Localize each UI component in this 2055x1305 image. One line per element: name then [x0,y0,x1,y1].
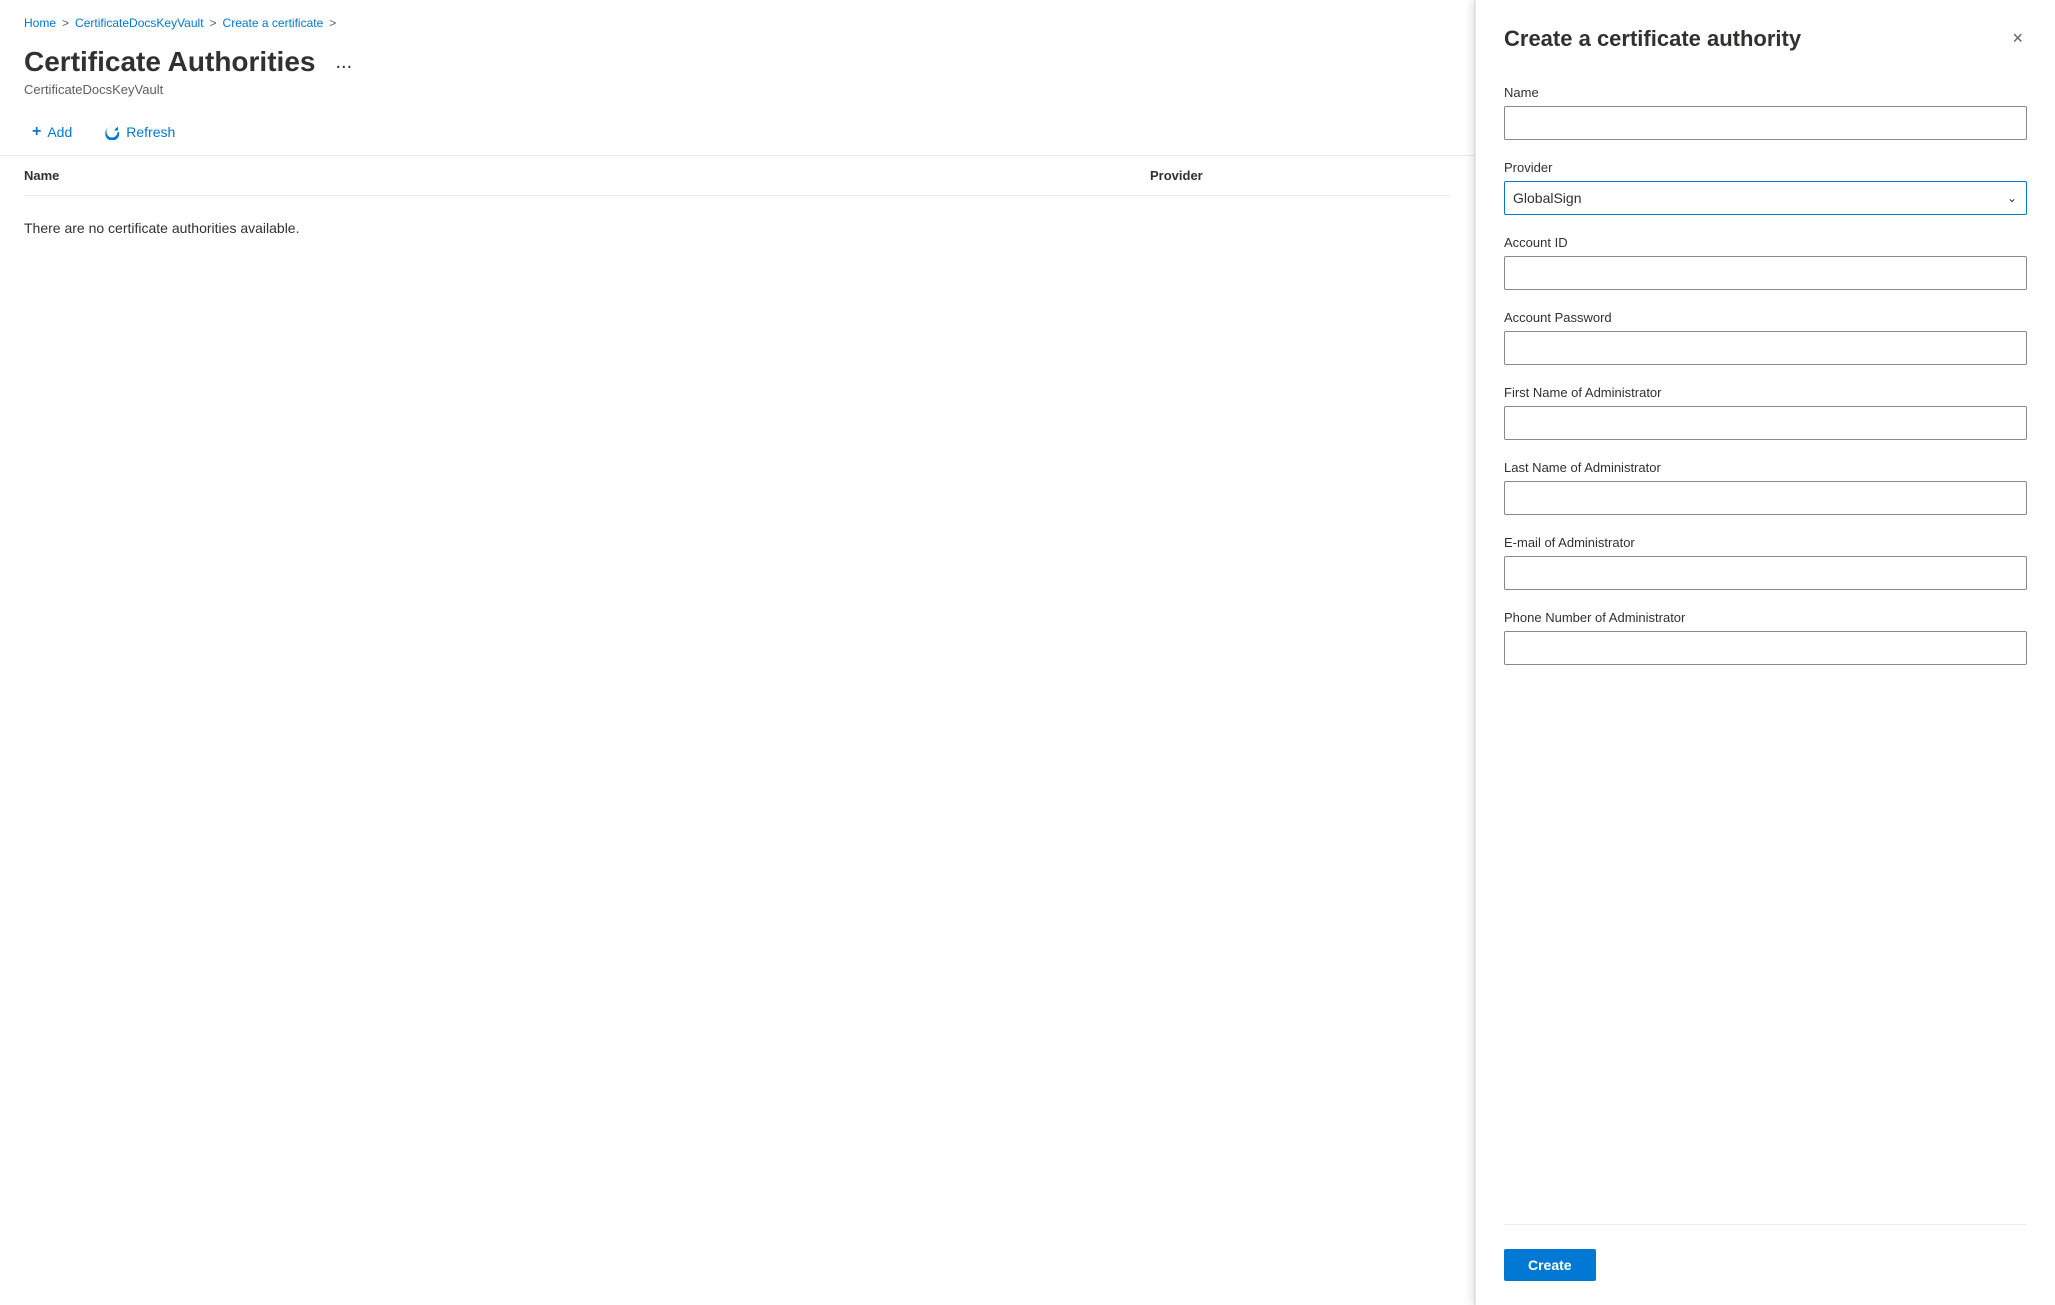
phone-input[interactable] [1504,631,2027,665]
breadcrumb-sep-1: > [62,16,69,30]
phone-label: Phone Number of Administrator [1504,610,2027,625]
breadcrumb-home[interactable]: Home [24,16,56,30]
email-field-group: E-mail of Administrator [1504,535,2027,590]
col-name: Name [24,168,1150,183]
account-id-field-group: Account ID [1504,235,2027,290]
toolbar: Add Refresh [24,117,1450,155]
email-label: E-mail of Administrator [1504,535,2027,550]
refresh-button[interactable]: Refresh [96,118,183,146]
add-button[interactable]: Add [24,117,80,147]
left-panel: Home > CertificateDocsKeyVault > Create … [0,0,1475,1305]
phone-field-group: Phone Number of Administrator [1504,610,2027,665]
more-options-button[interactable]: ... [327,47,360,78]
add-label: Add [47,124,72,140]
account-id-label: Account ID [1504,235,2027,250]
right-panel: Create a certificate authority × Name Pr… [1475,0,2055,1305]
empty-state-message: There are no certificate authorities ava… [24,196,1450,260]
close-panel-button[interactable]: × [2008,24,2027,53]
refresh-label: Refresh [126,124,175,140]
name-input[interactable] [1504,106,2027,140]
breadcrumb: Home > CertificateDocsKeyVault > Create … [24,16,1450,30]
panel-title: Create a certificate authority [1504,26,1801,52]
first-name-label: First Name of Administrator [1504,385,2027,400]
page-header: Certificate Authorities ... [24,46,1450,78]
provider-select[interactable]: GlobalSign DigiCert [1504,181,2027,215]
provider-select-wrapper: GlobalSign DigiCert ⌄ [1504,181,2027,215]
last-name-label: Last Name of Administrator [1504,460,2027,475]
name-field-group: Name [1504,85,2027,140]
email-input[interactable] [1504,556,2027,590]
page-title: Certificate Authorities [24,46,315,78]
table-header: Name Provider [24,156,1450,196]
account-password-field-group: Account Password [1504,310,2027,365]
panel-footer: Create [1504,1224,2027,1281]
panel-header: Create a certificate authority × [1504,24,2027,53]
account-id-input[interactable] [1504,256,2027,290]
breadcrumb-keyvault[interactable]: CertificateDocsKeyVault [75,16,204,30]
create-button[interactable]: Create [1504,1249,1596,1281]
first-name-field-group: First Name of Administrator [1504,385,2027,440]
account-password-input[interactable] [1504,331,2027,365]
breadcrumb-sep-3: > [329,16,336,30]
account-password-label: Account Password [1504,310,2027,325]
name-label: Name [1504,85,2027,100]
last-name-input[interactable] [1504,481,2027,515]
breadcrumb-create-cert[interactable]: Create a certificate [223,16,324,30]
add-icon [32,123,41,141]
last-name-field-group: Last Name of Administrator [1504,460,2027,515]
refresh-icon [104,124,120,140]
first-name-input[interactable] [1504,406,2027,440]
breadcrumb-sep-2: > [210,16,217,30]
provider-field-group: Provider GlobalSign DigiCert ⌄ [1504,160,2027,215]
page-subtitle: CertificateDocsKeyVault [24,82,1450,97]
provider-label: Provider [1504,160,2027,175]
col-provider: Provider [1150,168,1450,183]
